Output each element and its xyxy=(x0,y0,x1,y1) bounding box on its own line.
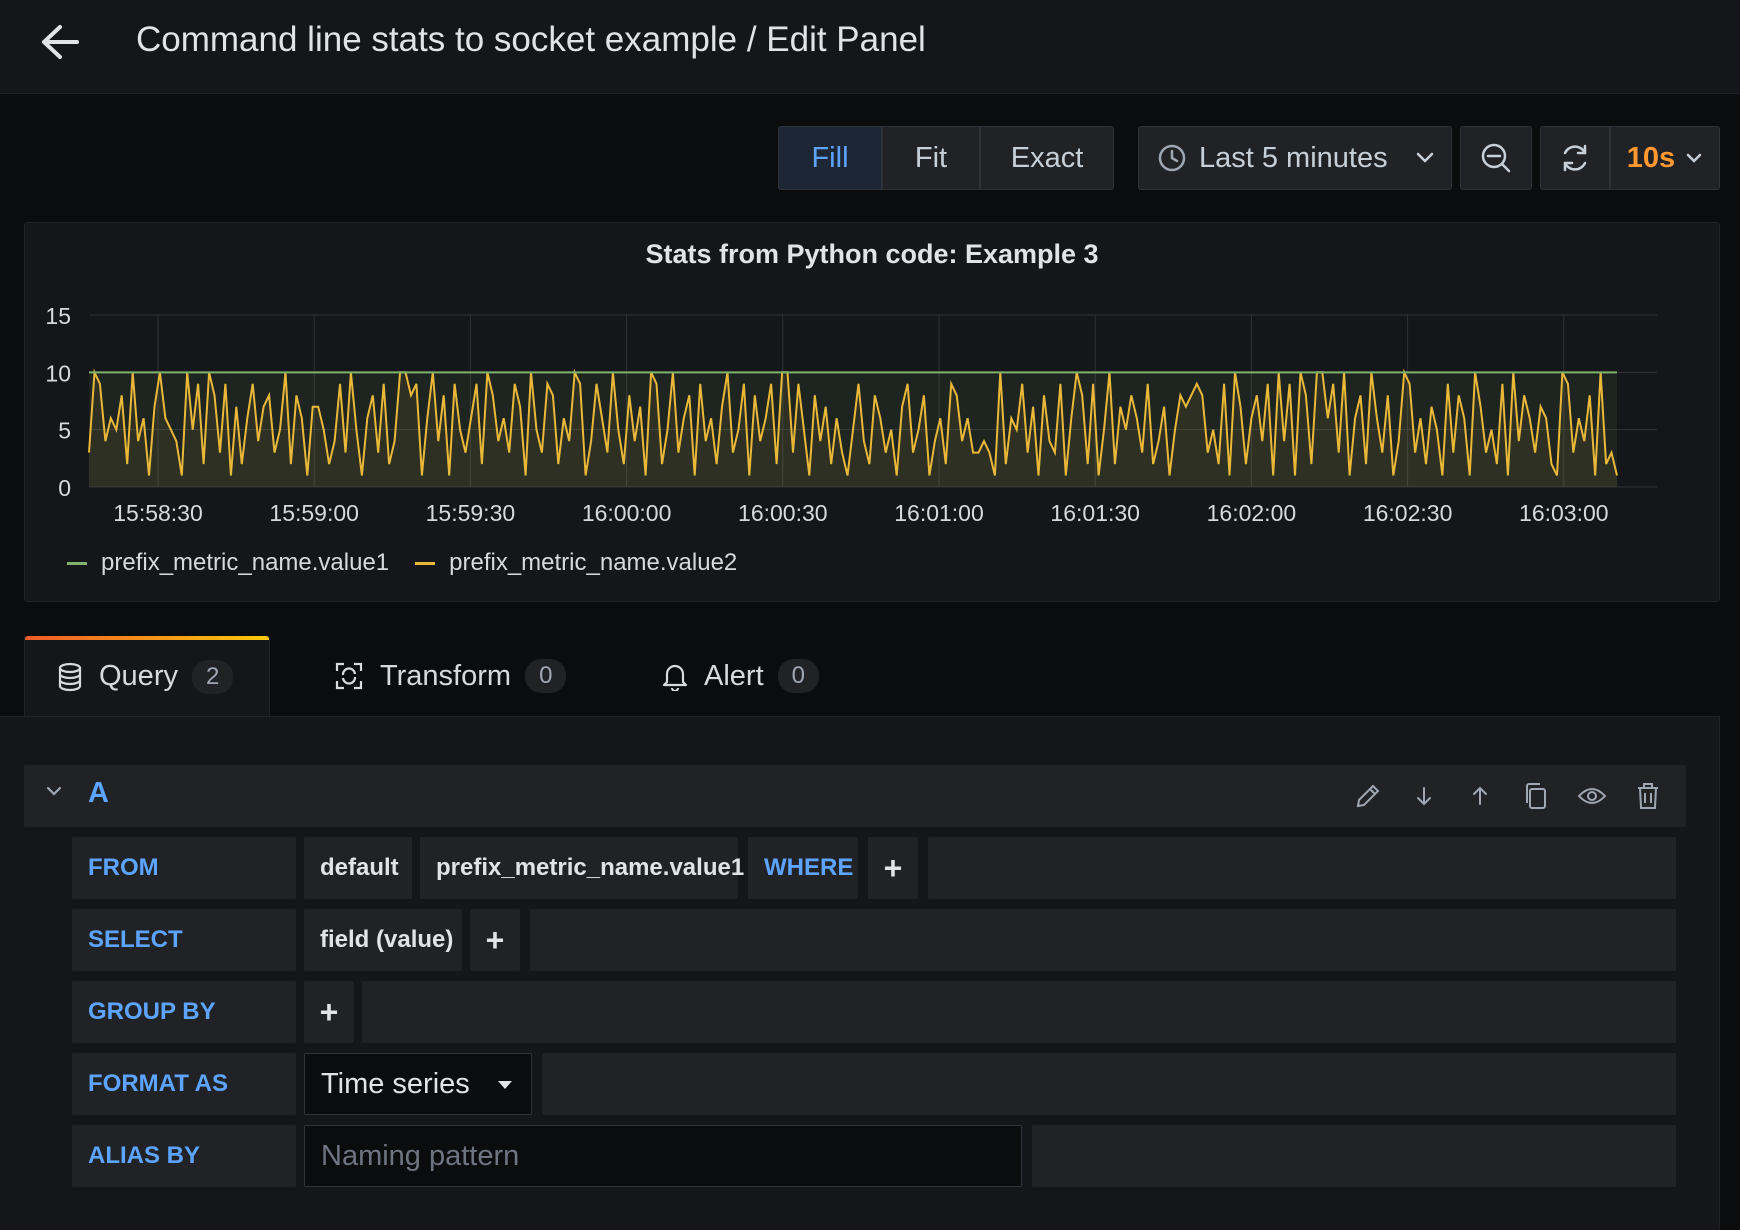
fit-mode-button[interactable]: Fit xyxy=(882,126,980,190)
add-where-button[interactable]: + xyxy=(868,837,918,899)
tab-alert[interactable]: Alert 0 xyxy=(590,636,850,716)
clock-icon xyxy=(1157,143,1187,173)
top-bar: Command line stats to socket example / E… xyxy=(0,0,1740,94)
page-title: Command line stats to socket example / E… xyxy=(136,20,926,59)
refresh-interval-label: 10s xyxy=(1626,141,1676,174)
duplicate-icon[interactable] xyxy=(1508,779,1564,813)
retention-policy-segment[interactable]: default xyxy=(304,837,412,899)
measurement-segment[interactable]: prefix_metric_name.value1 xyxy=(420,837,744,899)
group-by-row-filler xyxy=(362,981,1676,1043)
y-tick-label: 5 xyxy=(58,418,71,444)
graph-panel: Stats from Python code: Example 3 0 5 10 15… xyxy=(24,222,1720,602)
y-tick-label: 10 xyxy=(45,360,71,386)
time-range-picker[interactable]: Last 5 minutes xyxy=(1138,126,1452,190)
x-tick-label: 15:59:00 xyxy=(269,500,359,526)
x-tick-label: 16:02:30 xyxy=(1363,500,1453,526)
x-tick-label: 16:00:30 xyxy=(738,500,828,526)
add-select-button[interactable]: + xyxy=(470,909,520,971)
legend-label-value2: prefix_metric_name.value2 xyxy=(449,549,738,576)
y-tick-label: 15 xyxy=(45,303,71,329)
trash-icon[interactable] xyxy=(1620,779,1676,813)
tab-query-count: 2 xyxy=(191,659,234,694)
from-keyword: FROM xyxy=(72,837,296,899)
legend-swatch-value1 xyxy=(67,561,87,565)
x-tick-label: 16:03:00 xyxy=(1519,500,1609,526)
caret-down-icon xyxy=(497,1080,513,1090)
chevron-down-icon xyxy=(1685,152,1703,164)
tab-alert-label: Alert xyxy=(704,659,764,692)
x-tick-label: 15:58:30 xyxy=(113,500,203,526)
edit-pencil-icon[interactable] xyxy=(1340,779,1396,813)
tab-query-label: Query xyxy=(99,660,178,692)
alias-by-input[interactable] xyxy=(304,1125,1022,1187)
refresh-button[interactable] xyxy=(1540,126,1610,190)
view-mode-group: Fill Fit Exact xyxy=(778,126,1114,190)
refresh-icon xyxy=(1558,141,1592,175)
collapse-chevron-icon[interactable] xyxy=(44,781,64,806)
legend-label-value1: prefix_metric_name.value1 xyxy=(101,549,390,576)
time-series-chart: 0 5 10 15 15:58:30 15:59:00 15:59:30 16:00:00 16… xyxy=(45,303,1657,526)
x-tick-label: 16:01:00 xyxy=(894,500,984,526)
from-row-filler xyxy=(928,837,1676,899)
format-as-select[interactable]: Time series xyxy=(304,1053,532,1115)
bell-icon xyxy=(662,661,688,691)
x-tick-label: 15:59:30 xyxy=(426,500,516,526)
legend-item-value1[interactable]: prefix_metric_name.value1 xyxy=(67,549,389,577)
refresh-interval-picker[interactable]: 10s xyxy=(1610,126,1720,190)
tab-transform-label: Transform xyxy=(380,659,512,692)
select-row-filler xyxy=(530,909,1676,971)
zoom-out-button[interactable] xyxy=(1460,126,1532,190)
legend-swatch-value2 xyxy=(415,561,436,565)
zoom-out-icon xyxy=(1480,142,1512,174)
move-up-icon[interactable] xyxy=(1452,779,1508,813)
format-as-keyword: FORMAT AS xyxy=(72,1053,296,1115)
query-ref-id[interactable]: A xyxy=(88,777,109,810)
x-tick-label: 16:01:30 xyxy=(1050,500,1140,526)
time-range-label: Last 5 minutes xyxy=(1199,141,1388,174)
alias-by-keyword: ALIAS BY xyxy=(72,1125,296,1187)
select-keyword: SELECT xyxy=(72,909,296,971)
select-field-segment[interactable]: field (value) xyxy=(304,909,462,971)
tab-query[interactable]: Query 2 xyxy=(24,636,270,716)
legend-item-value2[interactable]: prefix_metric_name.value2 xyxy=(415,549,737,577)
group-by-keyword: GROUP BY xyxy=(72,981,296,1043)
chart-legend: prefix_metric_name.value1 prefix_metric_… xyxy=(67,549,763,577)
alias-by-row-filler xyxy=(1032,1125,1676,1187)
exact-mode-button[interactable]: Exact xyxy=(980,126,1114,190)
x-tick-label: 16:00:00 xyxy=(582,500,672,526)
chevron-down-icon xyxy=(1415,151,1435,165)
fill-mode-button[interactable]: Fill xyxy=(778,126,882,190)
format-as-row-filler xyxy=(542,1053,1676,1115)
transform-icon xyxy=(334,661,364,691)
where-keyword: WHERE xyxy=(748,837,858,899)
query-editor: A FROM default prefix_metric_name.value1… xyxy=(0,716,1720,1230)
move-down-icon[interactable] xyxy=(1396,779,1452,813)
query-actions xyxy=(1340,779,1676,813)
add-group-by-button[interactable]: + xyxy=(304,981,354,1043)
y-tick-label: 0 xyxy=(58,475,71,501)
tab-alert-count: 0 xyxy=(777,659,819,693)
database-icon xyxy=(57,662,83,692)
tab-transform-count: 0 xyxy=(525,659,567,693)
query-row-header: A xyxy=(24,765,1686,827)
format-as-value: Time series xyxy=(321,1067,470,1100)
back-arrow-icon[interactable] xyxy=(36,18,84,66)
tab-transform[interactable]: Transform 0 xyxy=(270,636,590,716)
x-tick-label: 16:02:00 xyxy=(1207,500,1297,526)
editor-tabs: Query 2 Transform 0 Alert 0 xyxy=(24,636,850,716)
eye-icon[interactable] xyxy=(1564,779,1620,813)
